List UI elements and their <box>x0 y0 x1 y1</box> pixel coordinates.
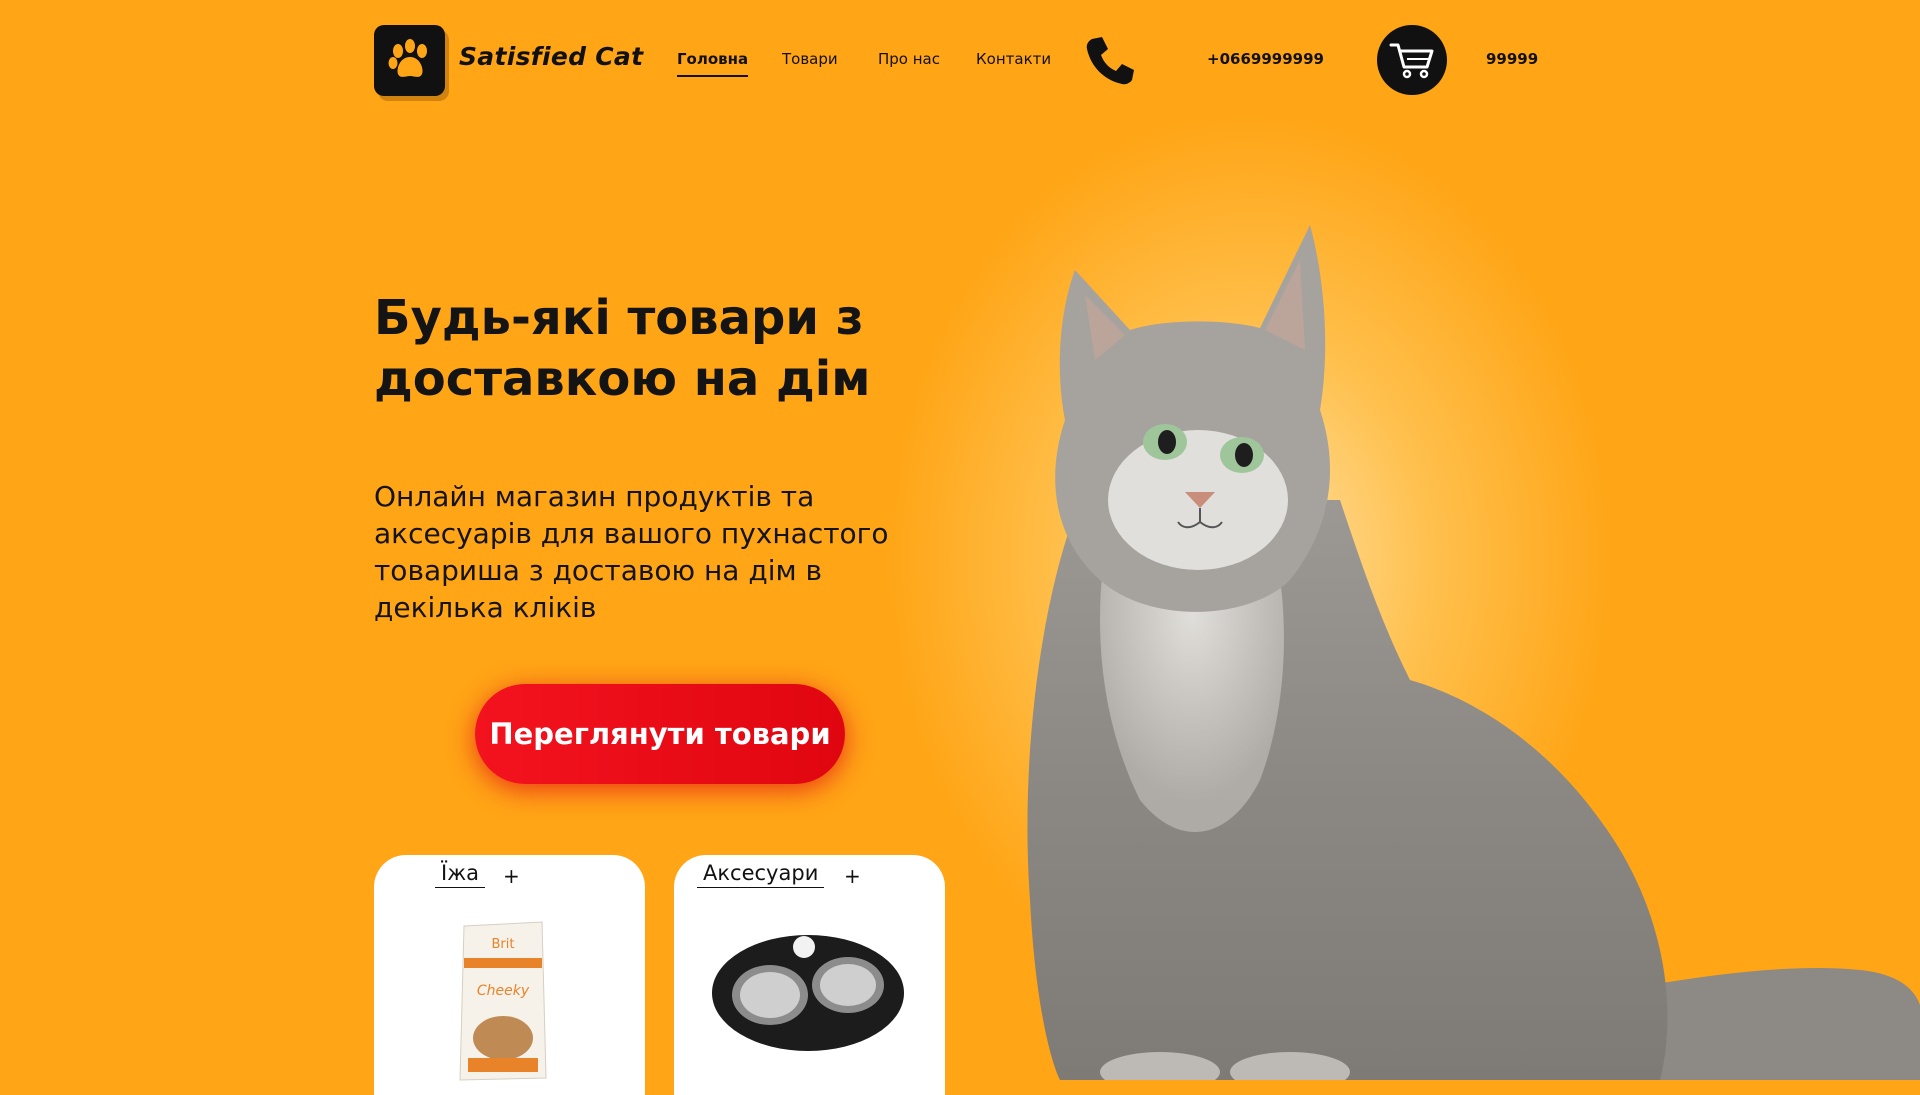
cart-count: 99999 <box>1486 50 1539 68</box>
phone-number[interactable]: +0669999999 <box>1207 50 1324 68</box>
logo[interactable] <box>374 25 445 96</box>
cat-image <box>1027 225 1920 1080</box>
cart-icon <box>1389 43 1434 79</box>
brand-name: Satisfied Cat <box>459 42 644 71</box>
nav-item-home[interactable]: Головна <box>677 50 749 77</box>
cart-button[interactable] <box>1377 25 1447 95</box>
cat-bowl-image <box>712 935 904 1051</box>
category-card-food[interactable]: Їжа + Brit Cheeky <box>374 855 645 1095</box>
nav-item-contacts[interactable]: Контакти <box>976 50 1051 68</box>
view-products-button[interactable]: Переглянути товари <box>475 684 845 784</box>
category-label[interactable]: Їжа <box>435 861 485 888</box>
phone-icon[interactable] <box>1082 33 1138 89</box>
nav-item-about[interactable]: Про нас <box>878 50 940 68</box>
add-category-button[interactable]: + <box>503 864 520 888</box>
cat-food-bag-image: Brit Cheeky <box>459 921 547 1081</box>
category-card-accessories[interactable]: Аксесуари + <box>674 855 945 1095</box>
category-label[interactable]: Аксесуари <box>697 861 825 888</box>
paw-icon <box>388 38 427 77</box>
hero-title: Будь-які товари з доставкою на дім <box>374 290 871 407</box>
hero-subtitle: Онлайн магазин продуктів та аксесуарів д… <box>374 480 889 624</box>
bag-brand-text: Brit <box>492 937 515 952</box>
add-category-button[interactable]: + <box>844 864 861 888</box>
bag-product-text: Cheeky <box>477 983 530 999</box>
nav-item-products[interactable]: Товари <box>782 50 838 68</box>
